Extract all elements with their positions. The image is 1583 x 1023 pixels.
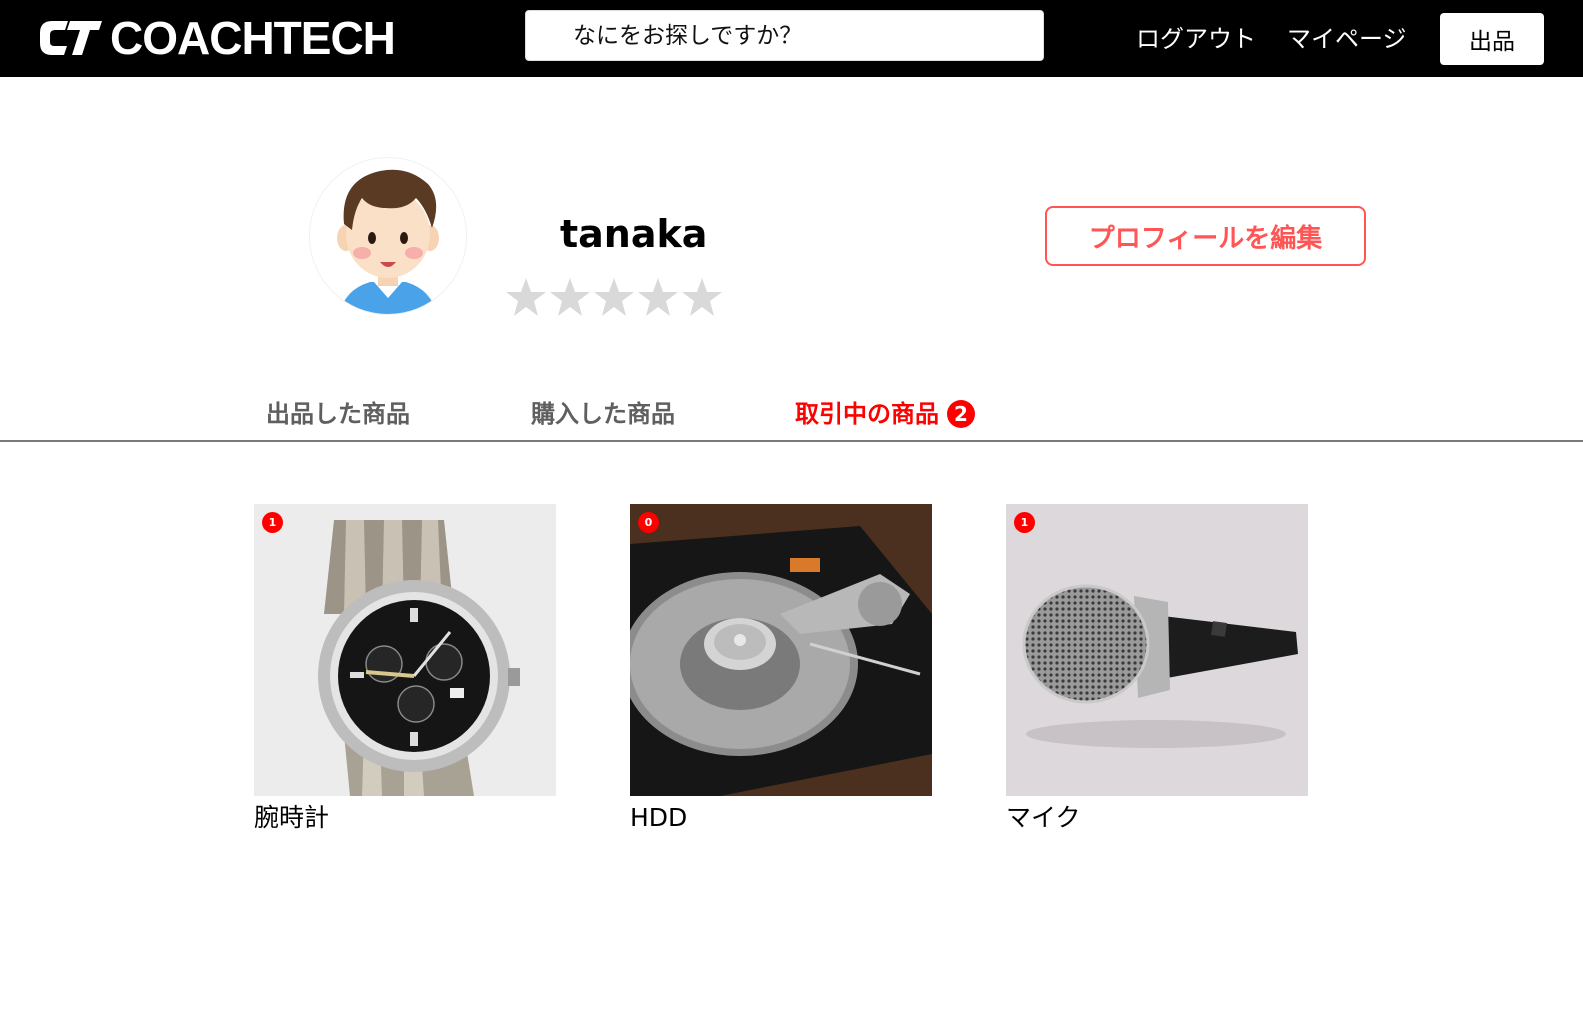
item-card-watch[interactable]: 1 腕時計 (254, 504, 556, 834)
tab-purchased-items[interactable]: 購入した商品 (531, 396, 675, 432)
star-icon (682, 278, 722, 316)
microphone-image-icon (1006, 504, 1308, 796)
logout-link[interactable]: ログアウト (1136, 22, 1256, 56)
sell-button[interactable]: 出品 (1440, 13, 1544, 65)
item-card-microphone[interactable]: 1 マイク (1006, 504, 1308, 834)
item-image[interactable]: 1 (254, 504, 556, 796)
tab-listed-items[interactable]: 出品した商品 (266, 396, 410, 432)
item-name[interactable]: 腕時計 (254, 802, 556, 834)
tab-trading-items[interactable]: 取引中の商品 2 (795, 396, 975, 432)
item-name[interactable]: HDD (630, 802, 932, 834)
logo-mark-icon (40, 21, 102, 55)
edit-profile-button[interactable]: プロフィールを編集 (1045, 206, 1366, 266)
item-image[interactable]: 0 (630, 504, 932, 796)
tab-trading-label: 取引中の商品 (795, 400, 939, 428)
star-icon (638, 278, 678, 316)
site-header: COACHTECH ログアウト マイページ 出品 (0, 0, 1583, 77)
unread-badge: 1 (262, 512, 283, 533)
star-icon (550, 278, 590, 316)
tab-divider (0, 440, 1583, 442)
hdd-image-icon (630, 504, 932, 796)
mypage-link[interactable]: マイページ (1287, 22, 1407, 56)
username: tanaka (560, 212, 708, 256)
unread-badge: 1 (1014, 512, 1035, 533)
search-box[interactable] (525, 10, 1044, 61)
logo-text: COACHTECH (110, 12, 396, 64)
item-name[interactable]: マイク (1006, 802, 1308, 834)
star-icon (594, 278, 634, 316)
watch-image-icon (254, 504, 556, 796)
avatar (310, 158, 466, 314)
rating-stars (504, 276, 724, 318)
unread-badge: 0 (638, 512, 659, 533)
trading-count-badge: 2 (947, 400, 975, 428)
item-image[interactable]: 1 (1006, 504, 1308, 796)
coachtech-logo[interactable]: COACHTECH (38, 12, 396, 64)
star-icon (506, 278, 546, 316)
search-input[interactable] (526, 11, 1043, 60)
avatar-illustration-icon (310, 158, 466, 314)
item-card-hdd[interactable]: 0 HDD (630, 504, 932, 834)
